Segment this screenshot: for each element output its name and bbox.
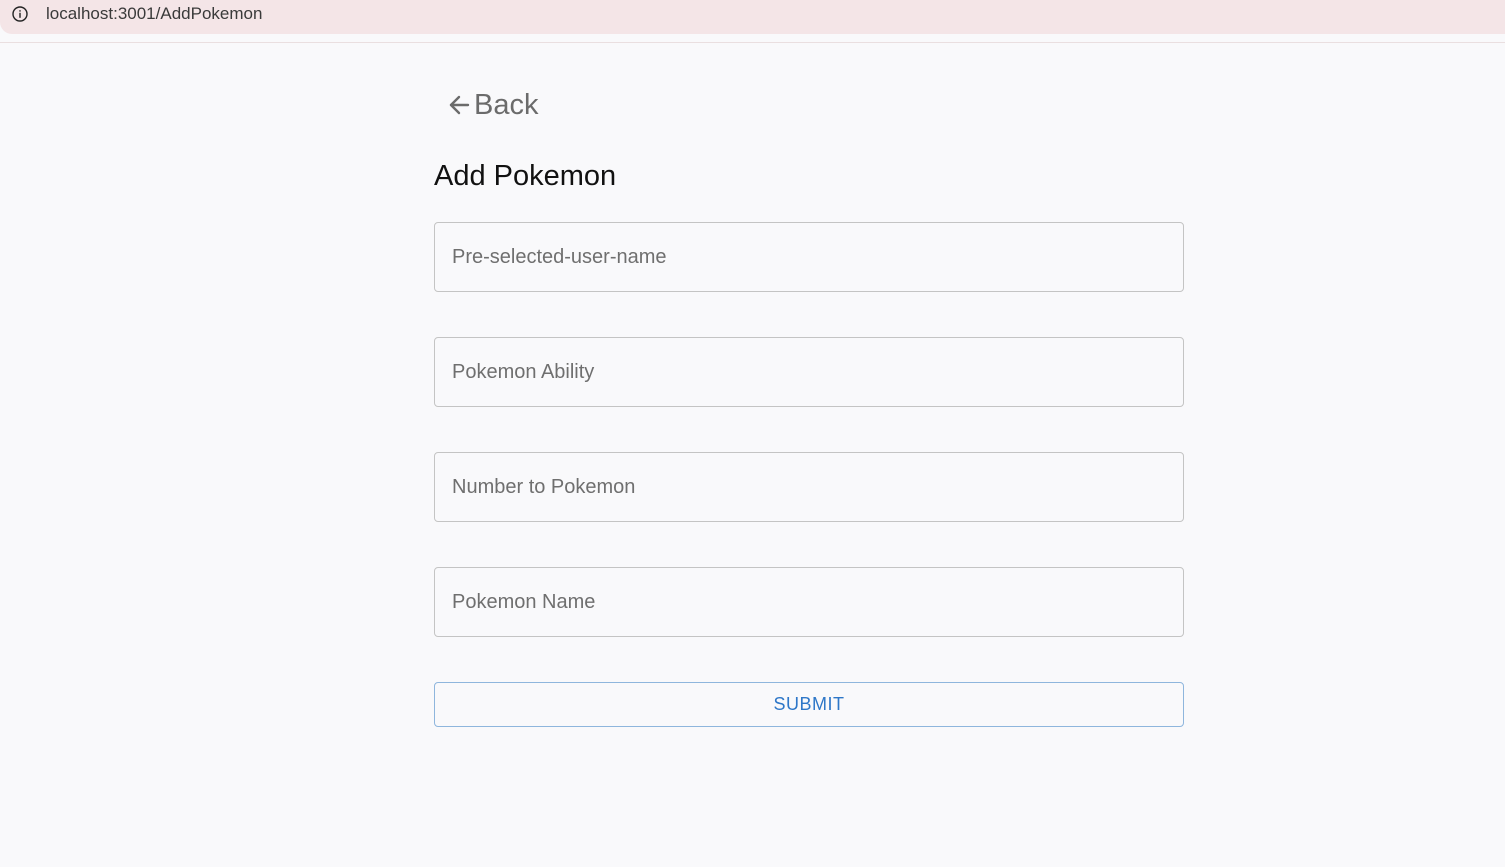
back-label: Back xyxy=(474,89,539,121)
page-title: Add Pokemon xyxy=(434,160,617,192)
pokemon-ability-field[interactable] xyxy=(434,337,1184,407)
pokemon-number-field[interactable] xyxy=(434,452,1184,522)
info-icon[interactable] xyxy=(12,6,28,22)
divider xyxy=(0,42,1505,43)
pokemon-name-field[interactable] xyxy=(434,567,1184,637)
back-button[interactable]: Back xyxy=(446,86,538,124)
user-name-field[interactable] xyxy=(434,222,1184,292)
url-text[interactable]: localhost:3001/AddPokemon xyxy=(46,4,262,24)
arrow-left-icon xyxy=(449,95,470,115)
address-bar[interactable]: localhost:3001/AddPokemon xyxy=(0,0,1505,34)
submit-button[interactable]: SUBMIT xyxy=(434,682,1184,727)
